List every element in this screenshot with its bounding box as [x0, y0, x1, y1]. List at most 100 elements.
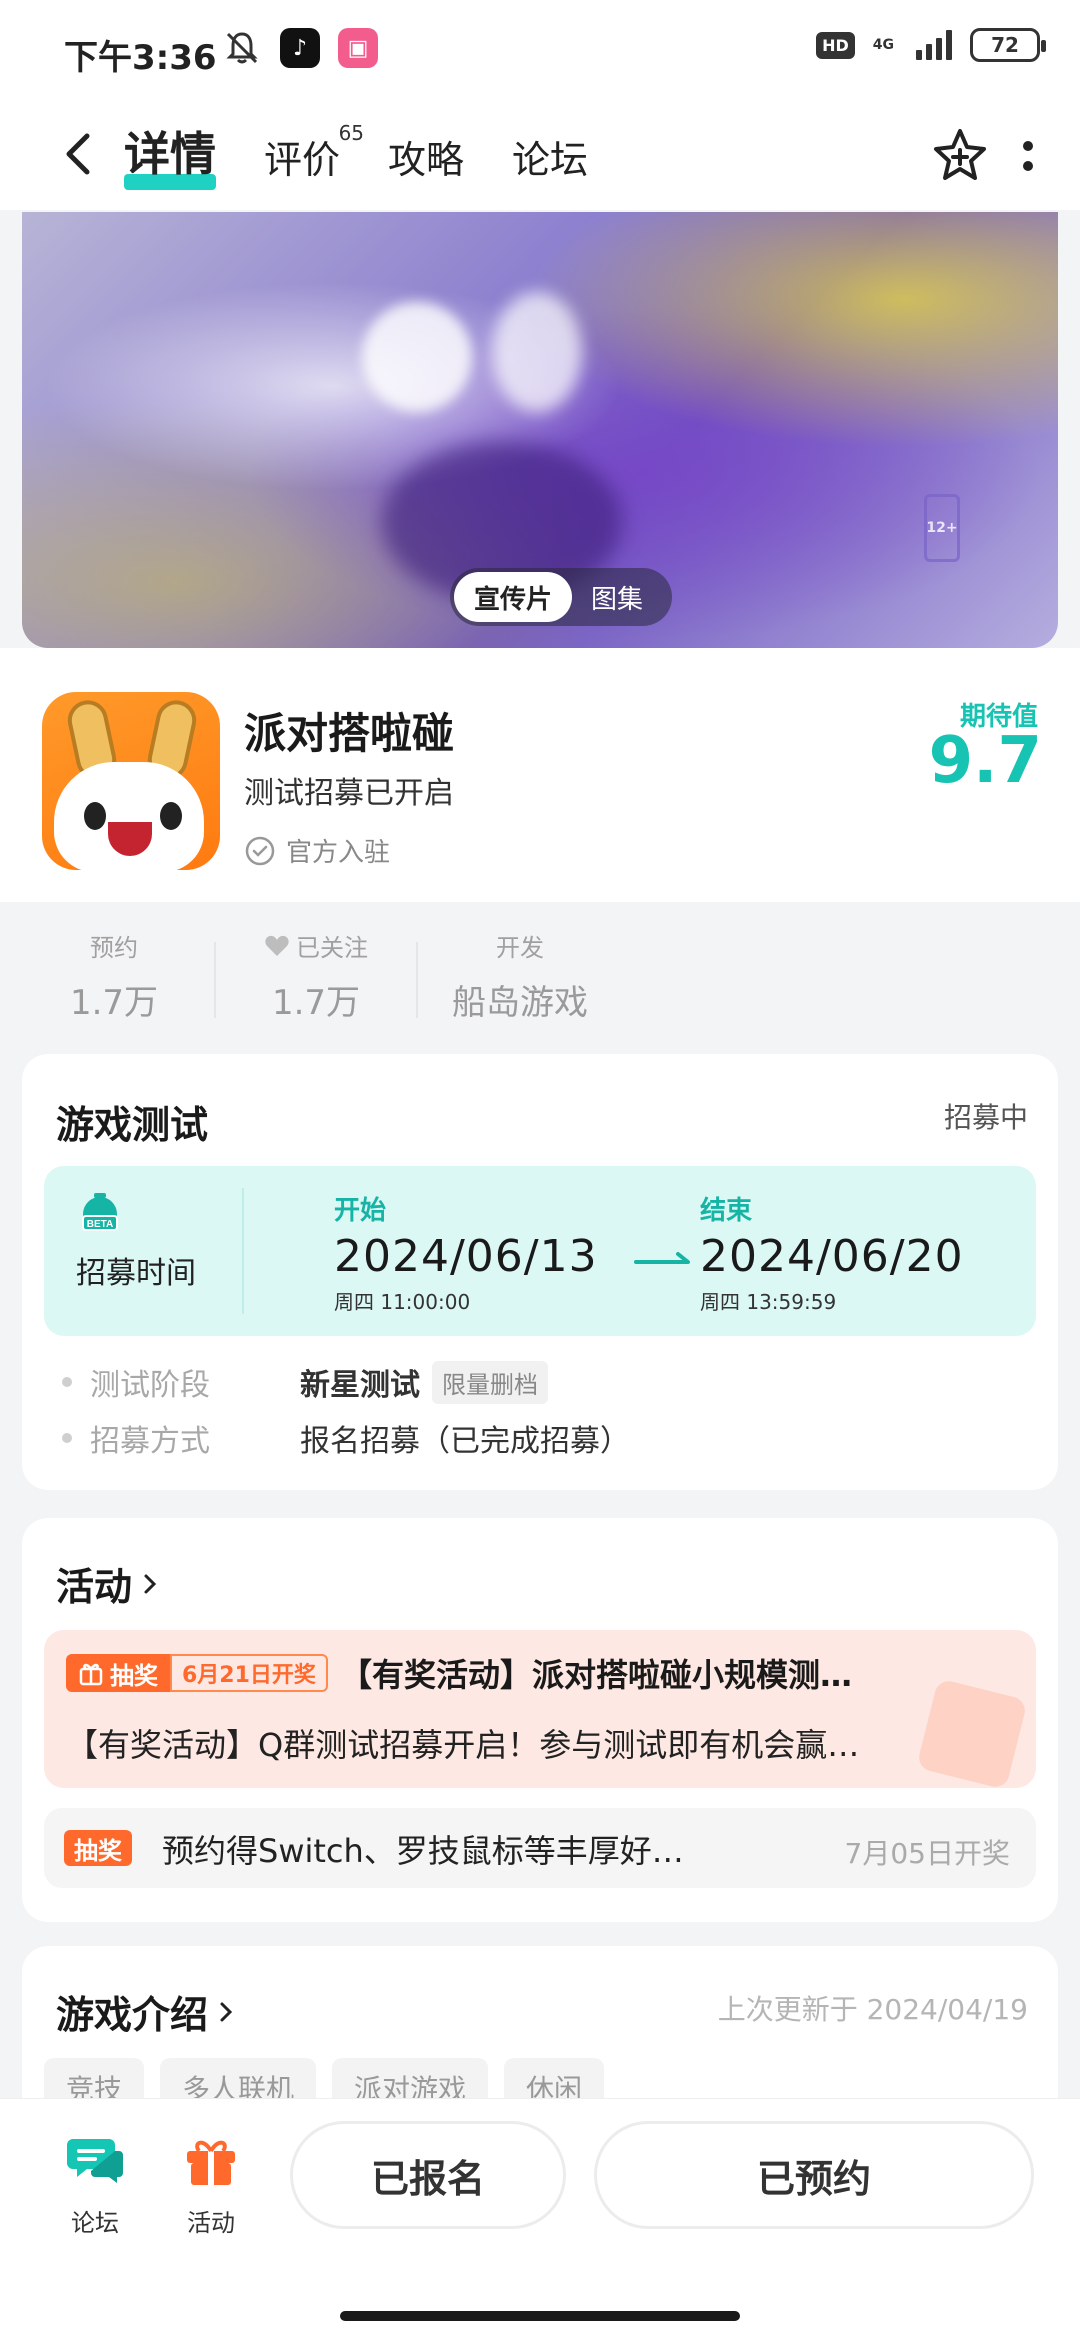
bullet — [62, 1377, 72, 1387]
signal-icon — [916, 30, 952, 60]
stat-reservations: 预约 1.7万 — [62, 928, 166, 1024]
section-title: 活动 — [56, 1565, 133, 1609]
gallery-tab[interactable]: 图集 — [572, 572, 662, 622]
tab-reviews[interactable]: 评价 65 — [264, 121, 364, 194]
status-right: HD 4G 72 — [816, 28, 1046, 62]
end-date: 2024/06/20 — [700, 1231, 964, 1282]
video-tab[interactable]: 宣传片 — [454, 572, 572, 622]
game-test-card: 游戏测试 招募中 BETA 招募时间 开始 2024/06/13 周四 11:0… — [22, 1054, 1058, 1490]
activity-title-row: 抽奖 6月21日开奖 【有奖活动】派对搭啦碰小规模测… — [66, 1650, 852, 1696]
more-dot-icon — [1023, 141, 1033, 151]
stat-developer[interactable]: 开发 船岛游戏 — [440, 928, 600, 1024]
review-count: 65 — [338, 121, 365, 145]
favorite-button[interactable] — [930, 126, 990, 186]
stage-tag: 限量删档 — [432, 1360, 548, 1404]
divider — [242, 1188, 244, 1314]
featured-activity[interactable]: 抽奖 6月21日开奖 【有奖活动】派对搭啦碰小规模测… 【有奖活动】Q群测试招募… — [44, 1630, 1036, 1788]
end-time: 结束 2024/06/20 周四 13:59:59 — [700, 1190, 964, 1315]
activity-card: 活动 抽奖 6月21日开奖 【有奖活动】派对搭啦碰小规模测… 【有奖活动】Q群测… — [22, 1518, 1058, 1922]
activity-item[interactable]: 抽奖 预约得Switch、罗技鼠标等丰厚好… 7月05日开奖 — [44, 1808, 1036, 1888]
tab-details-label: 详情 — [124, 127, 216, 181]
tab-forum-label: 论坛 — [512, 138, 589, 182]
tab-guides-label: 攻略 — [388, 138, 465, 182]
status-bar: 下午3:36 ♪ ▣ HD 4G 72 — [0, 0, 1080, 100]
reserved-button[interactable]: 已预约 — [594, 2121, 1034, 2229]
tab-guides[interactable]: 攻略 — [388, 129, 464, 194]
stat-label: 预约 — [90, 934, 138, 962]
activity-item-text: 预约得Switch、罗技鼠标等丰厚好… — [162, 1832, 684, 1870]
top-nav: 详情 评价 65 攻略 论坛 — [0, 100, 1080, 210]
game-name: 派对搭啦碰 — [244, 709, 455, 758]
start-time: 开始 2024/06/13 周四 11:00:00 — [334, 1190, 598, 1315]
row-key: 招募方式 — [90, 1424, 210, 1459]
official-badge: 官方入驻 — [244, 832, 390, 869]
status-time: 下午3:36 — [64, 38, 217, 78]
chevron-right-icon — [144, 1574, 157, 1593]
promo-banner[interactable]: 12+ 宣传片 图集 — [22, 212, 1058, 648]
network-type: 4G — [872, 37, 894, 53]
star-plus-icon — [934, 129, 986, 180]
heart-icon — [265, 935, 289, 956]
arrow-right-icon — [634, 1252, 690, 1264]
activity-description: 【有奖活动】Q群测试招募开启！参与测试即有机会赢… — [66, 1726, 860, 1764]
recruit-method-row: 招募方式 报名招募（已完成招募） — [62, 1416, 630, 1460]
start-label: 开始 — [334, 1196, 387, 1226]
beta-label: BETA — [87, 1219, 113, 1230]
registered-button[interactable]: 已报名 — [290, 2121, 566, 2229]
tiktok-icon: ♪ — [280, 28, 320, 68]
tab-reviews-label: 评价 — [264, 138, 341, 182]
divider — [214, 942, 216, 1018]
end-label: 结束 — [700, 1196, 753, 1226]
lottery-badge: 抽奖 — [64, 1830, 132, 1866]
chat-bubble-icon — [67, 2139, 123, 2183]
game-status: 测试招募已开启 — [244, 776, 454, 811]
more-menu-button[interactable] — [1018, 128, 1038, 184]
home-indicator[interactable] — [340, 2311, 740, 2321]
tab-forum[interactable]: 论坛 — [512, 129, 588, 194]
last-updated: 上次更新于 2024/04/19 — [717, 1993, 1028, 2026]
tab-details[interactable]: 详情 — [124, 118, 216, 194]
game-info: 派对搭啦碰 测试招募已开启 官方入驻 期待值 9.7 — [0, 648, 1080, 902]
gift-decoration — [916, 1678, 1028, 1788]
draw-date-badge: 6月21日开奖 — [170, 1654, 328, 1692]
section-title: 游戏测试 — [56, 1103, 209, 1147]
stat-followers: 已关注 1.7万 — [254, 928, 378, 1024]
section-title: 游戏介绍 — [56, 1993, 209, 2037]
forum-button[interactable]: 论坛 — [50, 2129, 140, 2238]
activity-label: 活动 — [187, 2209, 235, 2237]
battery-level: 72 — [991, 33, 1019, 57]
chevron-right-icon — [220, 2002, 233, 2021]
expect-score: 9.7 — [928, 724, 1042, 798]
stat-value: 船岛游戏 — [452, 983, 588, 1023]
lottery-label: 抽奖 — [110, 1661, 158, 1690]
game-app-icon — [42, 692, 220, 870]
gift-icon — [79, 1663, 103, 1686]
stat-label-text: 已关注 — [296, 934, 368, 962]
test-stage-row: 测试阶段 新星测试 限量删档 — [62, 1360, 548, 1404]
divider — [416, 942, 418, 1018]
notification-icons: ♪ ▣ — [222, 28, 378, 68]
age-rating-badge: 12+ — [924, 494, 960, 562]
recruit-time-label: 招募时间 — [76, 1256, 196, 1291]
start-weekday-time: 周四 11:00:00 — [334, 1290, 471, 1314]
forum-label: 论坛 — [71, 2209, 119, 2237]
back-arrow-icon — [66, 133, 90, 175]
activity-button[interactable]: 活动 — [166, 2129, 256, 2238]
activity-header[interactable]: 活动 — [56, 1556, 158, 1611]
banner-art — [492, 292, 582, 412]
media-switch: 宣传片 图集 — [450, 568, 672, 626]
stat-value: 1.7万 — [271, 983, 361, 1023]
back-button[interactable] — [48, 124, 108, 184]
row-value: 新星测试 — [300, 1368, 420, 1403]
row-key: 测试阶段 — [90, 1368, 210, 1403]
activity-item-date: 7月05日开奖 — [844, 1837, 1010, 1870]
start-date: 2024/06/13 — [334, 1231, 598, 1282]
intro-header[interactable]: 游戏介绍 — [56, 1984, 234, 2039]
gift-box-icon — [187, 2140, 235, 2185]
bilibili-icon: ▣ — [338, 28, 378, 68]
stat-label: 开发 — [496, 934, 544, 962]
battery-icon: 72 — [970, 28, 1046, 62]
hd-badge: HD — [816, 31, 855, 59]
beta-timer-icon: BETA — [82, 1193, 118, 1231]
stat-label: 已关注 — [254, 928, 378, 963]
